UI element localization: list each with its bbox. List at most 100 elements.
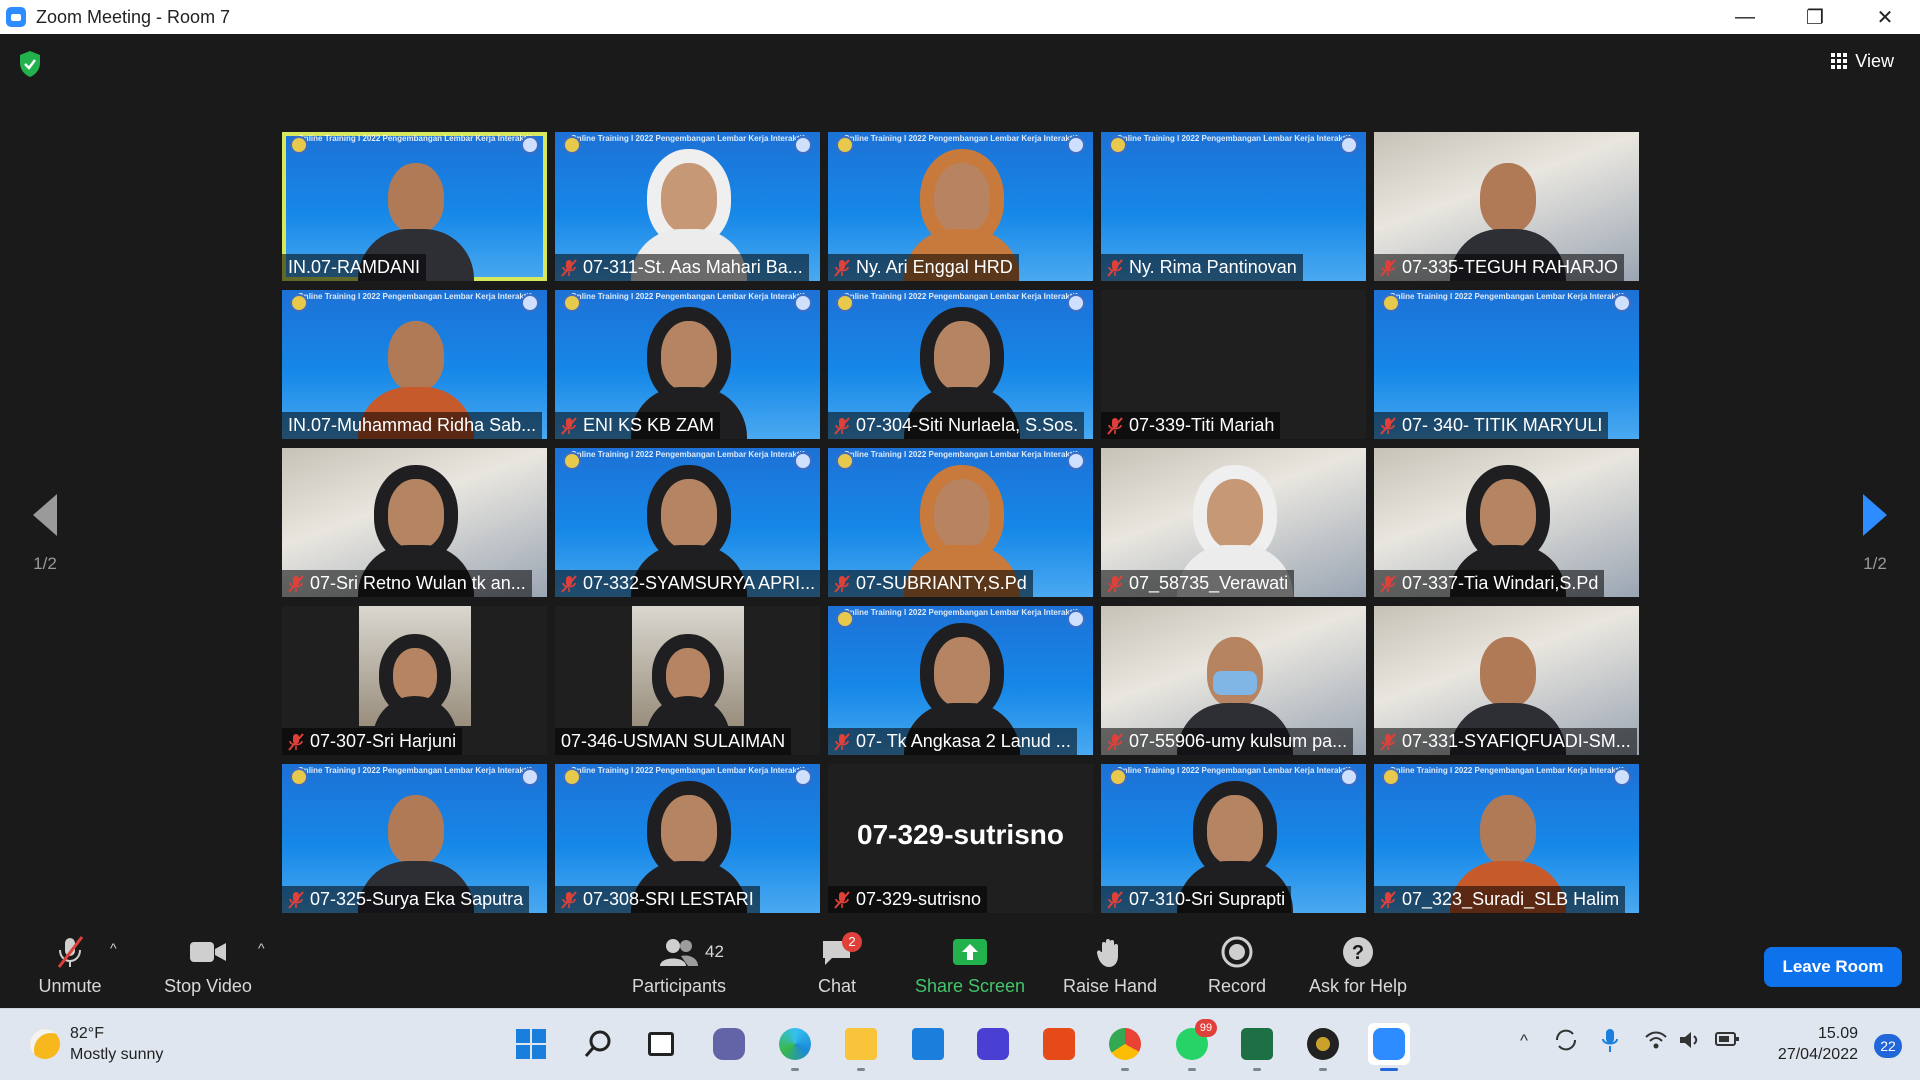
microphone-muted-icon: [1380, 258, 1396, 277]
zoom-taskbar-button[interactable]: [1368, 1023, 1410, 1071]
participant-name: Ny. Rima Pantinovan: [1129, 257, 1297, 277]
system-clock[interactable]: 15.09 27/04/2022: [1778, 1023, 1858, 1065]
wifi-icon[interactable]: [1644, 1029, 1668, 1056]
participant-tile[interactable]: 07-337-Tia Windari,S.Pd: [1374, 448, 1639, 597]
participant-name: ENI KS KB ZAM: [583, 415, 715, 435]
raise-hand-button[interactable]: Raise Hand: [1062, 930, 1158, 1008]
chrome-button[interactable]: [1104, 1023, 1146, 1071]
start-button[interactable]: [510, 1023, 552, 1065]
chat-button[interactable]: 2 Chat: [812, 930, 862, 1008]
file-explorer-button[interactable]: [840, 1023, 882, 1071]
emblem-icon: [1340, 136, 1358, 154]
participant-nameplate: 07-SUBRIANTY,S.Pd: [828, 570, 1033, 597]
weather-widget[interactable]: 82°F Mostly sunny: [30, 1023, 163, 1065]
teams-chat-button[interactable]: [708, 1023, 750, 1065]
record-button[interactable]: Record: [1203, 930, 1271, 1008]
close-button[interactable]: ✕: [1850, 0, 1920, 34]
participant-tile[interactable]: Online Training I 2022 Pengembangan Lemb…: [1374, 764, 1639, 913]
participant-tile[interactable]: 07-55906-umy kulsum pa...: [1101, 606, 1366, 755]
participant-tile[interactable]: Online Training I 2022 Pengembangan Lemb…: [282, 132, 547, 281]
running-indicator: [1188, 1068, 1196, 1071]
participant-tile[interactable]: Online Training I 2022 Pengembangan Lemb…: [555, 132, 820, 281]
emblem-icon: [1382, 768, 1400, 786]
participant-name: 07-311-St. Aas Mahari Ba...: [583, 257, 803, 277]
show-hidden-icons-button[interactable]: ^: [1520, 1031, 1528, 1051]
ask-for-help-button[interactable]: ? Ask for Help: [1306, 930, 1410, 1008]
participant-tile[interactable]: 07-Sri Retno Wulan tk an...: [282, 448, 547, 597]
participant-nameplate: IN.07-Muhammad Ridha Sab...: [282, 412, 543, 439]
unmute-button[interactable]: Unmute: [30, 930, 110, 1008]
participant-tile[interactable]: Online Training I 2022 Pengembangan Lemb…: [282, 764, 547, 913]
participant-tile[interactable]: 07-346-USMAN SULAIMAN: [555, 606, 820, 755]
sync-icon[interactable]: [1553, 1027, 1579, 1058]
next-page-button[interactable]: 1/2: [1840, 494, 1910, 574]
participant-tile[interactable]: Online Training I 2022 Pengembangan Lemb…: [555, 448, 820, 597]
participant-tile[interactable]: Online Training I 2022 Pengembangan Lemb…: [1374, 290, 1639, 439]
mail-button[interactable]: [907, 1023, 949, 1065]
emblem-icon: [836, 610, 854, 628]
participant-tile[interactable]: Online Training I 2022 Pengembangan Lemb…: [282, 290, 547, 439]
microphone-icon[interactable]: [1600, 1027, 1620, 1060]
participants-button[interactable]: 42 Participants: [624, 930, 734, 1008]
media-app-button[interactable]: [1302, 1023, 1344, 1071]
restore-button[interactable]: ❐: [1780, 0, 1850, 34]
ask-for-help-label: Ask for Help: [1308, 976, 1408, 996]
participants-count: 42: [705, 942, 724, 961]
participant-tile[interactable]: Online Training I 2022 Pengembangan Lemb…: [555, 290, 820, 439]
virtual-background-banner: Online Training I 2022 Pengembangan Lemb…: [570, 134, 805, 143]
stop-video-button[interactable]: Stop Video: [158, 930, 258, 1008]
emblem-icon: [794, 294, 812, 312]
participant-name: 07- Tk Angkasa 2 Lanud ...: [856, 731, 1071, 751]
previous-page-button[interactable]: 1/2: [10, 494, 80, 574]
emblem-icon: [521, 136, 539, 154]
participant-name: 07-307-Sri Harjuni: [310, 731, 457, 751]
encryption-shield-icon[interactable]: [18, 50, 42, 78]
notification-count-badge[interactable]: 22: [1874, 1034, 1902, 1058]
minimize-button[interactable]: —: [1710, 0, 1780, 34]
video-options-caret[interactable]: ^: [258, 940, 265, 956]
participant-tile[interactable]: 07-335-TEGUH RAHARJO: [1374, 132, 1639, 281]
participant-tile[interactable]: Online Training I 2022 Pengembangan Lemb…: [828, 132, 1093, 281]
audio-options-caret[interactable]: ^: [110, 940, 117, 956]
page-indicator-right: 1/2: [1863, 554, 1887, 573]
task-view-icon: [648, 1032, 674, 1056]
participant-name: 07_323_Suradi_SLB Halim: [1402, 889, 1620, 909]
participant-name: 07-325-Surya Eka Saputra: [310, 889, 524, 909]
emblem-icon: [1067, 294, 1085, 312]
emblem-icon: [1382, 294, 1400, 312]
participant-tile[interactable]: 07-331-SYAFIQFUADI-SM...: [1374, 606, 1639, 755]
microphone-muted-icon: [834, 732, 850, 751]
excel-button[interactable]: [1236, 1023, 1278, 1071]
participant-tile[interactable]: Online Training I 2022 Pengembangan Lemb…: [828, 606, 1093, 755]
whatsapp-button[interactable]: 99: [1171, 1019, 1217, 1071]
edge-browser-icon: [779, 1028, 811, 1060]
participant-tile[interactable]: 07_58735_Verawati: [1101, 448, 1366, 597]
search-icon: [584, 1030, 611, 1057]
participant-nameplate: Ny. Rima Pantinovan: [1101, 254, 1303, 281]
participant-name: 07-339-Titi Mariah: [1129, 415, 1275, 435]
share-screen-button[interactable]: Share Screen: [915, 930, 1025, 1008]
office-button[interactable]: [1038, 1023, 1080, 1065]
search-button[interactable]: [577, 1023, 619, 1065]
participant-tile[interactable]: 07-339-Titi Mariah: [1101, 290, 1366, 439]
whiteboard-button[interactable]: [972, 1023, 1014, 1065]
microphone-muted-icon: [1380, 732, 1396, 751]
view-button[interactable]: View: [1819, 44, 1906, 78]
virtual-background-banner: Online Training I 2022 Pengembangan Lemb…: [297, 766, 532, 775]
task-view-button[interactable]: [640, 1023, 682, 1065]
participant-tile[interactable]: Online Training I 2022 Pengembangan Lemb…: [555, 764, 820, 913]
battery-icon[interactable]: [1714, 1029, 1740, 1054]
participant-tile[interactable]: Online Training I 2022 Pengembangan Lemb…: [1101, 132, 1366, 281]
participant-tile[interactable]: 07-329-sutrisno 07-329-sutrisno: [828, 764, 1093, 913]
participant-tile[interactable]: Online Training I 2022 Pengembangan Lemb…: [1101, 764, 1366, 913]
participant-tile[interactable]: Online Training I 2022 Pengembangan Lemb…: [828, 448, 1093, 597]
running-indicator: [1121, 1068, 1129, 1071]
microphone-muted-icon: [834, 416, 850, 435]
participant-tile[interactable]: 07-307-Sri Harjuni: [282, 606, 547, 755]
edge-button[interactable]: [774, 1023, 816, 1071]
participant-nameplate: 07_58735_Verawati: [1101, 570, 1295, 597]
participant-tile[interactable]: Online Training I 2022 Pengembangan Lemb…: [828, 290, 1093, 439]
folder-icon: [845, 1028, 877, 1060]
leave-room-button[interactable]: Leave Room: [1764, 947, 1902, 987]
volume-icon[interactable]: [1678, 1029, 1702, 1056]
